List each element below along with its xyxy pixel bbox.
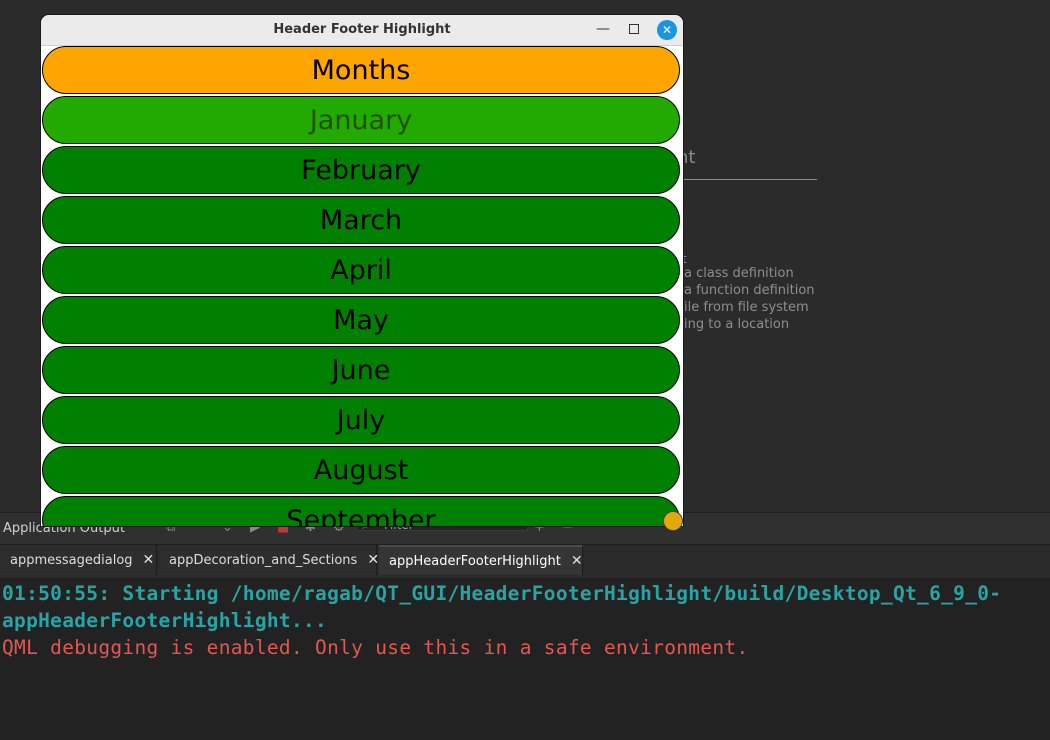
window-title: Header Footer Highlight <box>273 22 451 37</box>
console-output[interactable]: 01:50:55: Starting /home/ragab/QT_GUI/He… <box>0 578 1050 740</box>
app-window: Header Footer Highlight — ✕ Months Janua… <box>41 15 683 526</box>
tab-appmessagedialog[interactable]: appmessagedialog ✕ <box>0 545 157 575</box>
tab-appheaderfooterhighlight[interactable]: appHeaderFooterHighlight ✕ <box>379 545 583 575</box>
list-item-april[interactable]: April <box>42 246 680 294</box>
close-icon[interactable]: ✕ <box>143 552 155 568</box>
resize-handle[interactable] <box>663 511 683 531</box>
background-line-2: a function definition <box>684 283 815 298</box>
tab-appdecoration[interactable]: appDecoration_and_Sections ✕ <box>159 545 379 575</box>
console-line: QML debugging is enabled. Only use this … <box>2 636 749 659</box>
maximize-button[interactable] <box>625 20 643 38</box>
list-item-january[interactable]: January <box>42 96 680 144</box>
close-icon[interactable]: ✕ <box>367 552 379 568</box>
background-line-3: ile from file system <box>684 300 809 315</box>
window-titlebar[interactable]: Header Footer Highlight — ✕ <box>41 15 683 46</box>
console-line: 01:50:55: Starting /home/ragab/QT_GUI/He… <box>2 582 1002 605</box>
list-item-june[interactable]: June <box>42 346 680 394</box>
list-item-february[interactable]: February <box>42 146 680 194</box>
minimize-button[interactable]: — <box>593 19 613 39</box>
list-item-september[interactable]: September <box>42 496 680 526</box>
list-item-july[interactable]: July <box>42 396 680 444</box>
list-item-may[interactable]: May <box>42 296 680 344</box>
output-tabs: appmessagedialog ✕ appDecoration_and_Sec… <box>0 545 1050 576</box>
tab-label: appmessagedialog <box>10 552 133 568</box>
list-header: Months <box>42 46 680 94</box>
background-line-4: ing to a location <box>684 317 790 332</box>
list-item-august[interactable]: August <box>42 446 680 494</box>
background-line-1: a class definition <box>684 266 794 281</box>
background-underline <box>677 179 817 180</box>
maximize-icon <box>629 24 639 34</box>
tab-label: appDecoration_and_Sections <box>169 552 358 568</box>
months-list[interactable]: Months January February March April May … <box>41 46 683 526</box>
list-item-march[interactable]: March <box>42 196 680 244</box>
tab-label: appHeaderFooterHighlight <box>389 553 561 569</box>
close-icon[interactable]: ✕ <box>571 553 583 569</box>
close-button[interactable]: ✕ <box>657 20 677 40</box>
console-line: appHeaderFooterHighlight... <box>2 609 328 632</box>
